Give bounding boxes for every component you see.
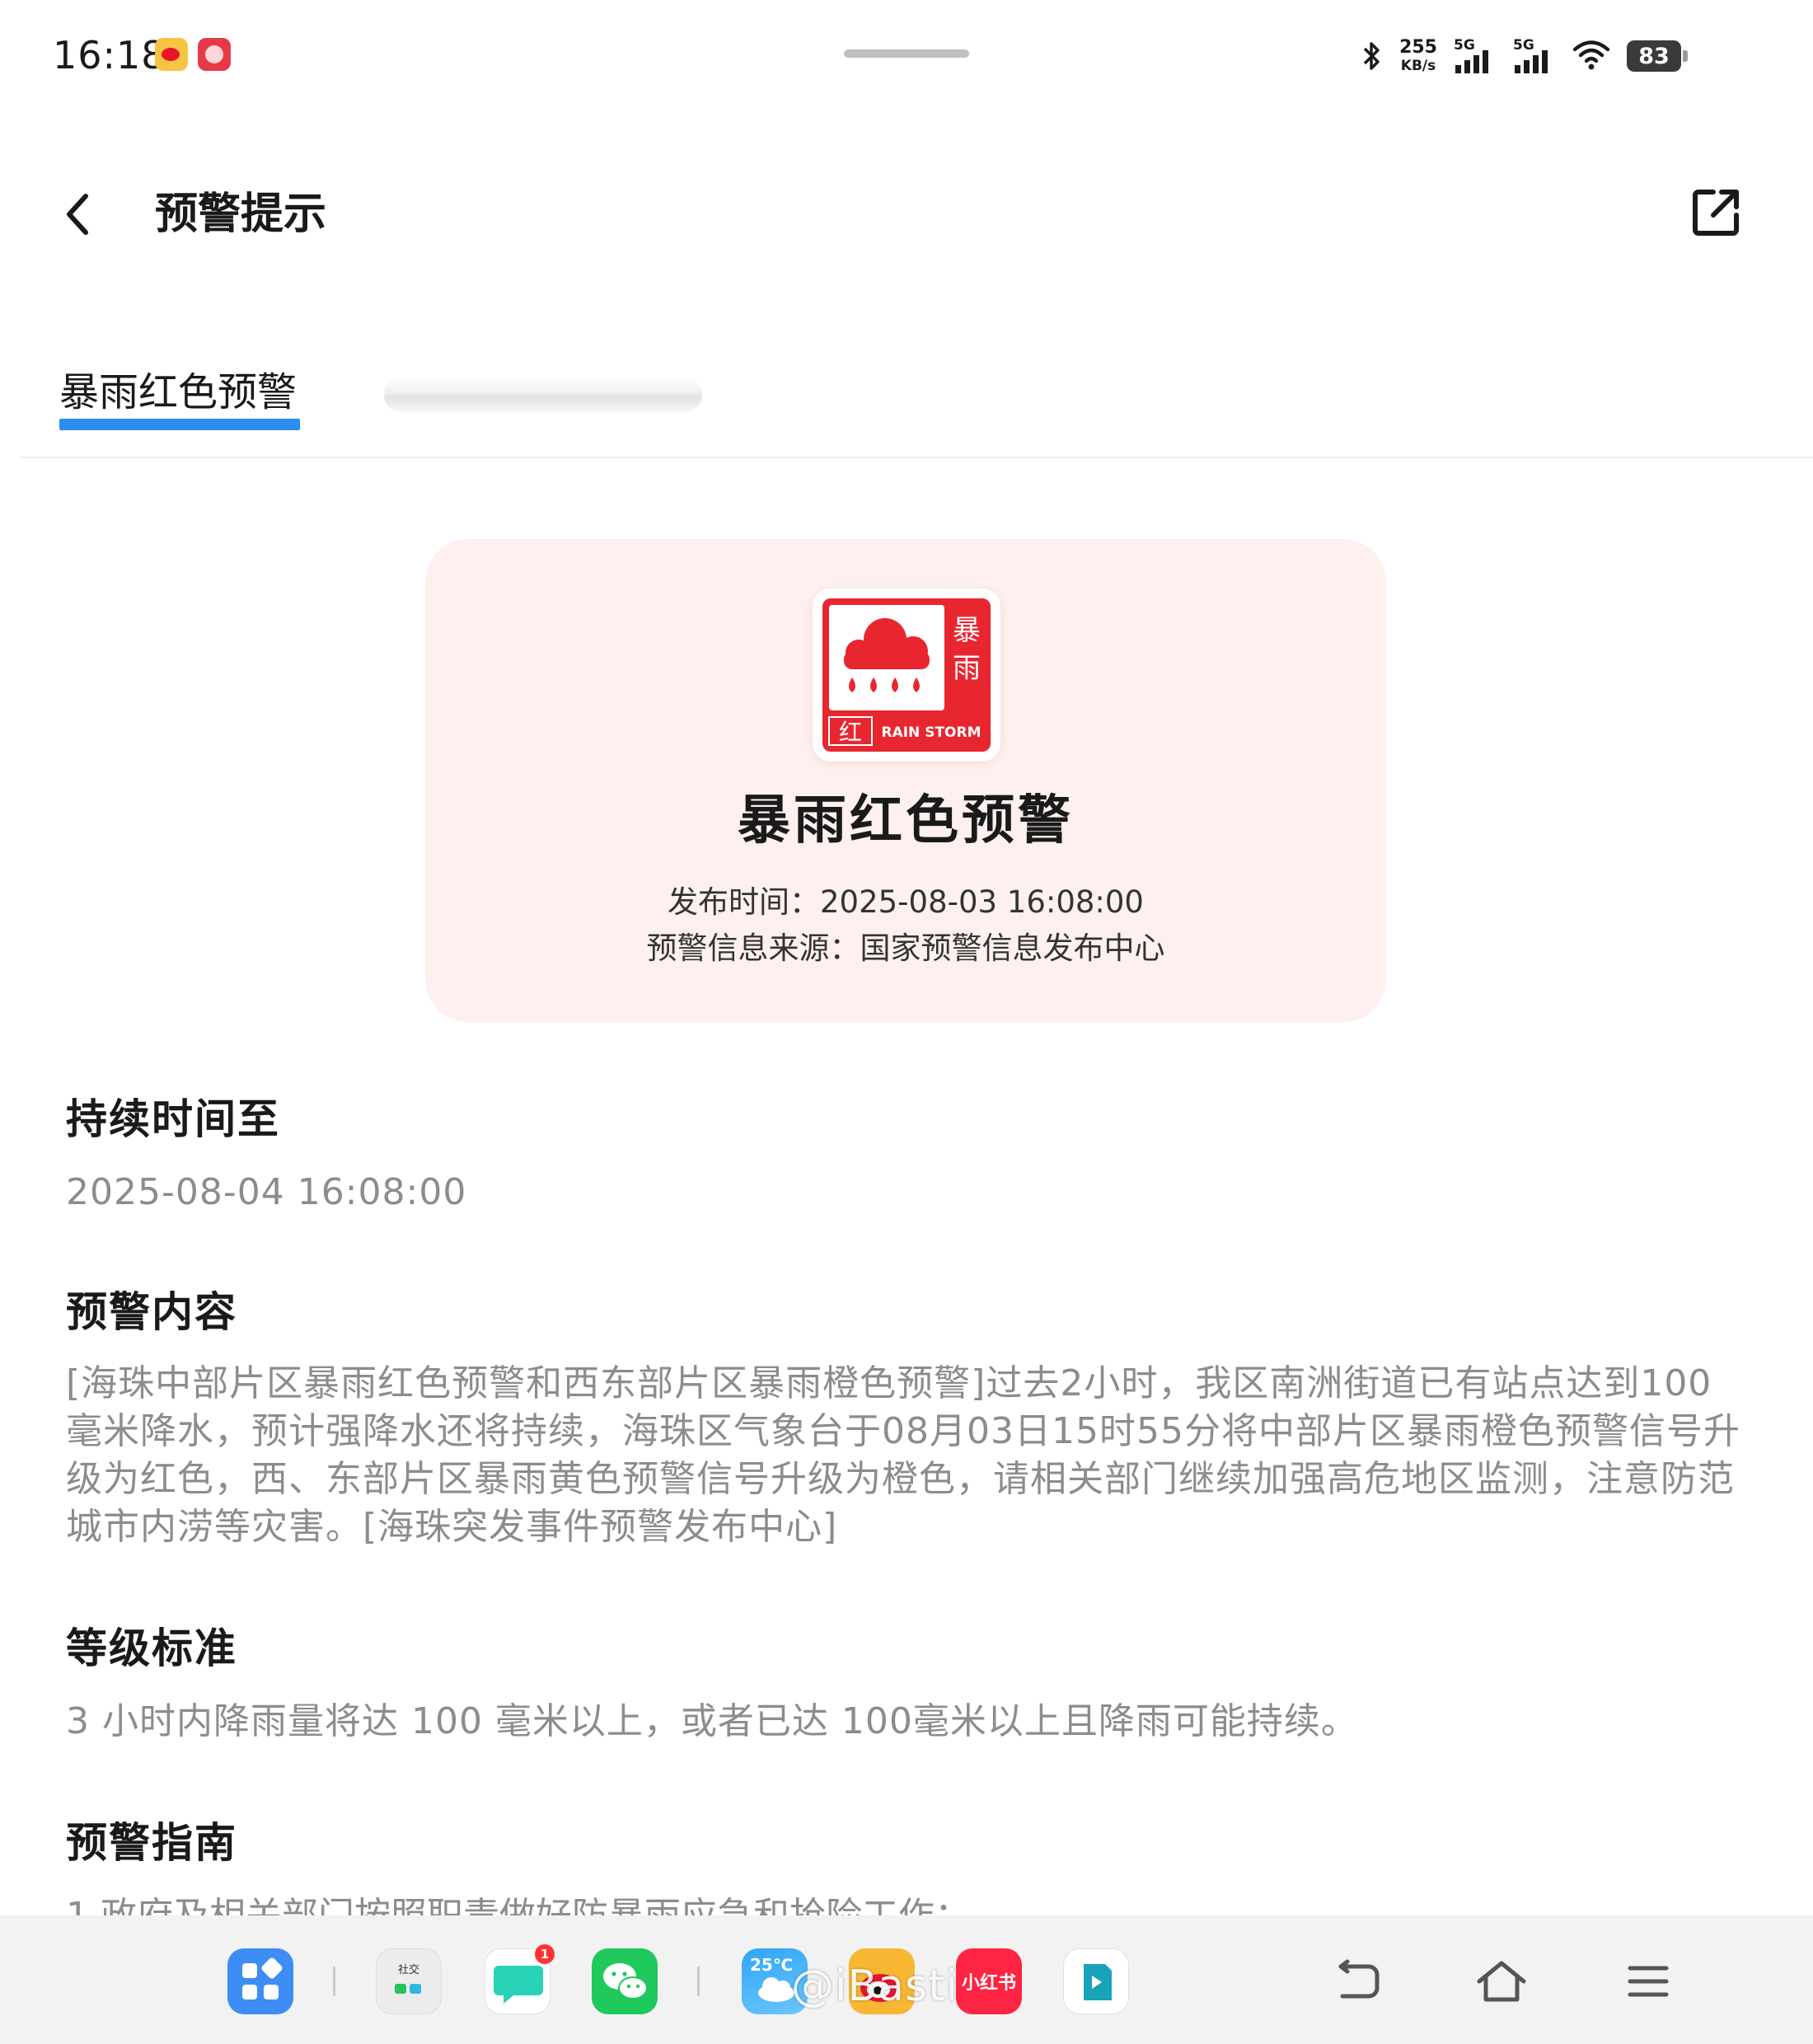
standard-body: 3 小时内降雨量将达 100 毫米以上，或者已达 100毫米以上且降雨可能持续。 [66,1700,1358,1742]
back-nav-button[interactable] [1325,1950,1388,2013]
share-button[interactable] [1686,183,1745,242]
icon-char-yu: 雨 [953,652,981,685]
status-indicators: 255 KB/s 5G 5G 83 [1361,33,1688,79]
guide-heading: 预警指南 [66,1819,237,1867]
content-heading: 预警内容 [66,1288,237,1336]
alert-source: 预警信息来源：国家预警信息发布中心 [646,931,1165,966]
tab-blurred[interactable] [384,377,702,412]
app-header: 预警提示 [0,165,1813,264]
standard-heading: 等级标准 [66,1624,237,1672]
dock-separator [333,1967,335,1996]
weibo-notification-icon [155,38,188,71]
battery-icon: 83 [1627,40,1688,72]
status-bar: 16:18 255 KB/s 5G 5G 83 [0,0,1813,107]
network-speed: 255 KB/s [1399,39,1437,73]
tab-rainstorm-red[interactable]: 暴雨红色预警 [59,366,297,419]
external-link-icon [1693,190,1739,236]
social-folder-icon[interactable]: 社交 [376,1948,442,2014]
duration-heading: 持续时间至 [66,1095,280,1143]
messages-badge: 1 [535,1944,555,1964]
network-speed-unit: KB/s [1400,58,1436,74]
signal-sim1-icon: 5G [1454,37,1497,75]
alert-title: 暴雨红色预警 [738,790,1074,851]
chevron-left-icon [67,194,88,235]
duration-value: 2025-08-04 16:08:00 [66,1171,467,1213]
taskbar-dock: 社交 1 25℃ 小红书 @iBasti [0,1915,1813,2044]
alert-card: 暴 雨 红 RAIN STORM 暴雨红色预警 发布时间：2025-08-03 … [425,539,1386,1022]
back-button[interactable] [51,188,104,241]
icon-char-bao: 暴 [953,614,981,647]
menu-nav-icon [1628,1966,1669,1997]
dock-separator [697,1967,700,1996]
warning-tab-bar: 暴雨红色预警 [20,354,1813,458]
app-notification-icon [198,38,231,71]
watermark: @iBasti [791,1962,958,2011]
network-speed-value: 255 [1399,37,1437,58]
page-title: 预警提示 [155,190,327,239]
menu-nav-button[interactable] [1617,1950,1679,2013]
rainstorm-red-warning-icon: 暴 雨 红 RAIN STORM [813,588,1000,762]
app-store-icon[interactable] [227,1948,293,2014]
icon-english-label: RAIN STORM [881,724,981,741]
home-nav-icon [1477,1961,1526,2002]
bluetooth-icon [1361,40,1383,73]
xiaohongshu-icon[interactable]: 小红书 [956,1948,1022,2014]
wechat-icon[interactable] [592,1948,658,2014]
xiaohongshu-label: 小红书 [961,1973,1016,1994]
content-body: [海珠中部片区暴雨红色预警和西东部片区暴雨橙色预警]过去2小时，我区南洲街道已有… [66,1362,1740,1548]
icon-level-label: 红 [839,719,862,746]
status-time: 16:18 [53,33,166,77]
messages-icon[interactable]: 1 [485,1944,555,2014]
home-nav-button[interactable] [1470,1950,1533,2013]
drag-handle[interactable] [844,49,969,58]
back-nav-icon [1338,1959,1380,1999]
reader-icon[interactable] [1063,1948,1129,2014]
tab-active-indicator [59,419,300,430]
social-folder-label: 社交 [397,1964,419,1976]
signal-sim2-icon: 5G [1513,37,1556,75]
alert-publish-time: 发布时间：2025-08-03 16:08:00 [668,884,1144,920]
wifi-icon [1572,38,1610,74]
